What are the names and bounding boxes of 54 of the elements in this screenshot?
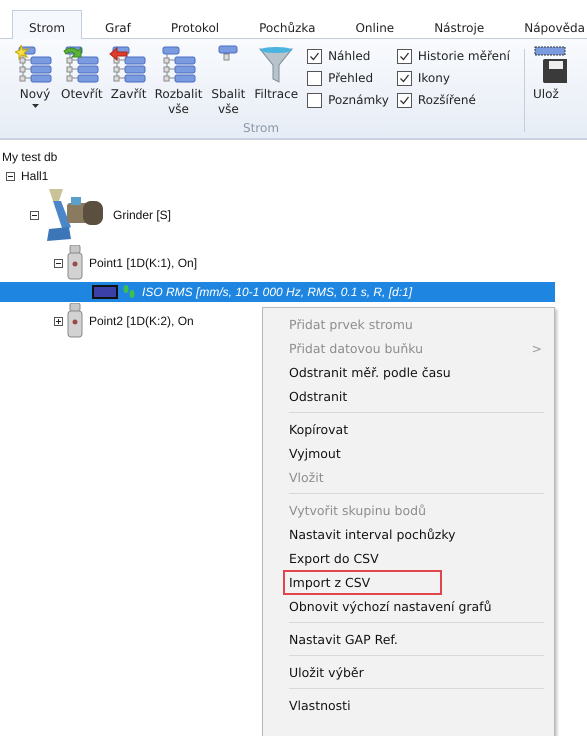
expand-toggle-icon[interactable] <box>54 316 63 326</box>
save-list-icon <box>533 45 567 85</box>
highlight-frame: Import z CSV <box>285 572 440 592</box>
ribbon-button[interactable]: Otevřít <box>58 45 106 117</box>
submenu-arrow: > <box>532 340 542 356</box>
menu-item[interactable]: Vyjmout <box>263 441 554 465</box>
checkbox[interactable]: Rozšířené <box>396 89 510 111</box>
checkbox[interactable]: Ikony <box>396 67 510 89</box>
caret-icon <box>32 104 38 108</box>
tree-item[interactable]: Point2 [1D(K:2), On <box>87 313 196 329</box>
menu-item[interactable]: Uložit výběr <box>263 660 554 684</box>
ribbon-button[interactable]: Sbalit vše <box>205 45 252 117</box>
checkbox[interactable]: Náhled <box>307 45 389 67</box>
ribbon-tab[interactable]: Pochůzka <box>242 10 332 38</box>
collapse-toggle-icon[interactable] <box>6 172 15 180</box>
tree-item[interactable]: Hall1 <box>19 168 50 184</box>
checkmark-icon <box>309 50 320 62</box>
footprints-icon <box>122 284 136 300</box>
ribbon-tab[interactable]: Protokol <box>154 10 236 38</box>
menu-item[interactable]: Export do CSV <box>263 546 554 570</box>
menu-item[interactable]: Odstranit měř. podle času <box>263 360 554 384</box>
collapse-toggle-icon[interactable] <box>30 210 39 220</box>
checkmark-icon <box>398 72 410 84</box>
checkmark-icon <box>398 94 410 106</box>
ribbon-button[interactable]: Nový <box>12 45 58 117</box>
menu-item[interactable]: Odstranit <box>263 384 554 408</box>
collapse-toggle-icon[interactable] <box>54 258 63 268</box>
menu-item[interactable]: Nastavit interval pochůzky <box>263 522 554 546</box>
ribbon-button[interactable]: Rozbalit vše <box>152 45 206 117</box>
tree-item[interactable]: Grinder [S] <box>111 207 174 223</box>
collapsed-list-icon <box>218 45 238 61</box>
menu-item[interactable]: Nastavit GAP Ref. <box>263 627 554 651</box>
ribbon-tab[interactable]: Online <box>338 10 412 38</box>
sensor-icon <box>67 245 83 281</box>
checkmark-icon <box>398 50 410 62</box>
menu-item[interactable]: Vlastnosti <box>263 693 554 717</box>
save-button[interactable]: Ulož <box>533 45 567 138</box>
ribbon-tab[interactable]: Graf <box>88 10 148 38</box>
ribbon-button[interactable]: Zavřít <box>106 45 152 117</box>
checkbox[interactable]: Historie měření <box>396 45 510 67</box>
tree-root-label[interactable]: My test db <box>0 148 587 166</box>
group-label: Strom <box>242 121 280 137</box>
ribbon-button[interactable]: Filtrace <box>251 45 302 117</box>
menu-item[interactable]: Obnovit výchozí nastavení grafů <box>263 594 554 618</box>
sensor-icon <box>67 303 83 339</box>
menu-item[interactable]: Import z CSV <box>263 570 554 594</box>
checkbox[interactable]: Přehled <box>307 67 389 89</box>
menu-item[interactable]: Kopírovat <box>263 417 554 441</box>
checkbox[interactable]: Poznámky <box>307 89 389 111</box>
tree-item[interactable]: ISO RMS [mm/s, 10-1 000 Hz, RMS, 0.1 s, R, [d:1] <box>140 284 414 300</box>
ribbon-tab[interactable]: Strom <box>12 10 82 39</box>
ribbon-tab[interactable]: Nápověda <box>507 10 587 38</box>
ribbon-tab[interactable]: Nástroje <box>417 10 502 38</box>
tree-item[interactable]: Point1 [1D(K:1), On] <box>87 255 200 271</box>
